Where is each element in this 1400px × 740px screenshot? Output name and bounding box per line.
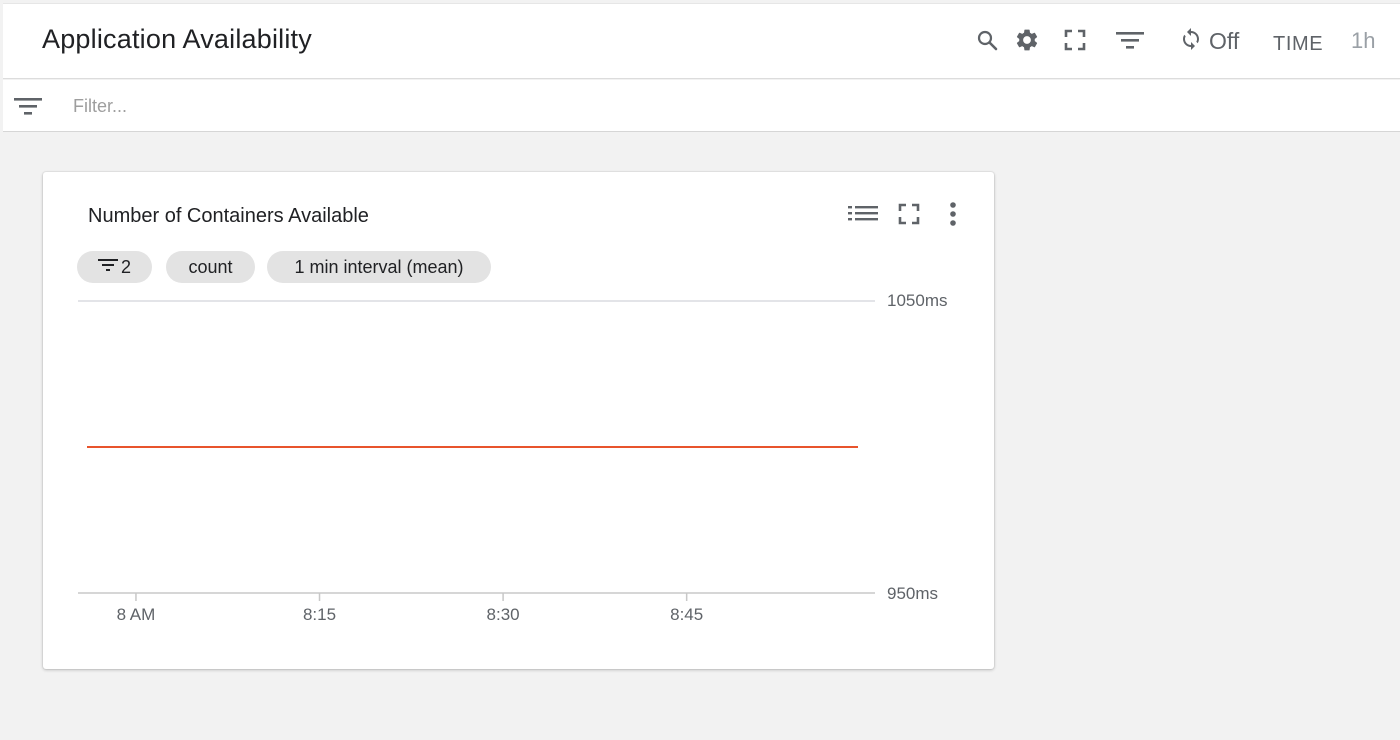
fullscreen-icon[interactable]: [1061, 26, 1089, 54]
x-tick-label: 8:45: [670, 605, 703, 624]
chart-title: Number of Containers Available: [88, 205, 369, 227]
filter-icon[interactable]: [1113, 26, 1147, 54]
x-tick-label: 8 AM: [117, 605, 156, 624]
line-chart: 8 AM 8:15 8:30 8:45 1050ms 950ms: [78, 291, 947, 624]
dashboard-header: Application Availability Off TIME 1h: [3, 3, 1400, 79]
interval-chip[interactable]: 1 min interval (mean): [267, 251, 491, 283]
time-range-selector[interactable]: 1h: [1351, 28, 1375, 54]
refresh-label: Off: [1209, 27, 1240, 54]
auto-refresh-toggle[interactable]: Off: [1179, 26, 1239, 56]
filter-icon[interactable]: [13, 92, 43, 120]
search-icon[interactable]: [973, 26, 1001, 54]
x-tick-label: 8:30: [487, 605, 520, 624]
filter-count-chip[interactable]: 2: [77, 251, 152, 283]
legend-list-icon[interactable]: [847, 200, 879, 228]
fullscreen-icon[interactable]: [893, 200, 925, 228]
x-tick-label: 8:15: [303, 605, 336, 624]
filter-count: 2: [120, 256, 131, 277]
gear-icon[interactable]: [1013, 26, 1041, 54]
filter-icon: [97, 257, 118, 278]
filter-input[interactable]: [73, 92, 673, 120]
y-tick-label-top: 1050ms: [887, 291, 947, 310]
y-tick-label-bottom: 950ms: [887, 584, 938, 603]
aggregation-chip[interactable]: count: [166, 251, 255, 283]
chart-card: 8 AM 8:15 8:30 8:45 1050ms 950ms Number of …: [43, 172, 994, 669]
page-title: Application Availability: [42, 24, 312, 54]
refresh-icon: [1179, 27, 1203, 56]
time-button[interactable]: TIME: [1273, 33, 1323, 56]
more-vert-icon[interactable]: [937, 200, 969, 228]
filter-bar: [3, 80, 1400, 132]
